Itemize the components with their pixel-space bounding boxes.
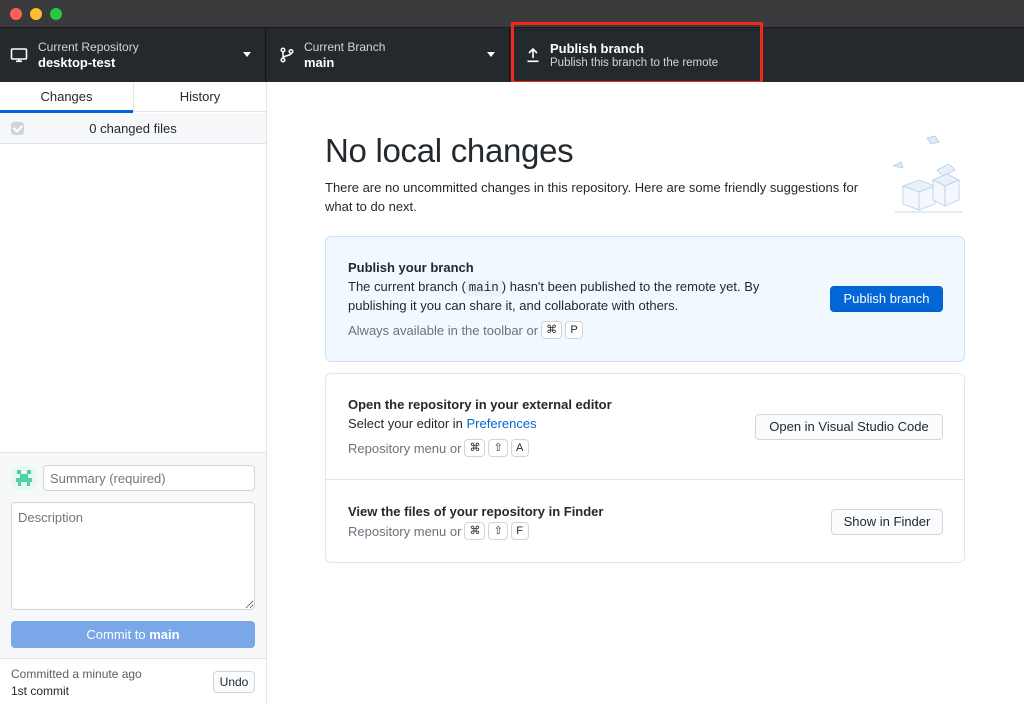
a-key: A: [510, 439, 529, 457]
publish-card-body-text: The current branch (: [348, 279, 466, 294]
branch-label: Current Branch: [304, 40, 386, 54]
branch-name: main: [304, 55, 335, 70]
show-in-finder-button[interactable]: Show in Finder: [831, 509, 943, 535]
tab-changes[interactable]: Changes: [0, 82, 133, 113]
last-commit-time: Committed a minute ago: [11, 667, 142, 681]
publish-card-body-text: ) hasn't been published to the remote ye…: [501, 279, 760, 294]
show-in-finder-title: View the files of your repository in Fin…: [348, 504, 604, 519]
summary-input[interactable]: [43, 465, 255, 491]
main-content: No local changes There are no uncommitte…: [267, 82, 1024, 704]
toolbar: Current Repository desktop-test Current …: [0, 28, 1024, 82]
commit-button-branch: main: [149, 627, 180, 642]
description-textarea[interactable]: [11, 502, 255, 610]
sidebar: Changes History 0 changed files Commit t…: [0, 82, 267, 704]
show-in-finder-row: View the files of your repository in Fin…: [326, 481, 964, 563]
shift-key: ⇧: [488, 522, 508, 540]
repository-name: desktop-test: [38, 55, 116, 70]
preferences-link[interactable]: Preferences: [467, 416, 537, 431]
branch-code: main: [465, 280, 502, 296]
git-branch-icon: [280, 47, 294, 63]
upload-arrow-icon: [527, 47, 539, 63]
publish-branch-label: Publish branch: [550, 41, 644, 56]
page-description: There are no uncommitted changes in this…: [325, 180, 859, 214]
open-in-vscode-button[interactable]: Open in Visual Studio Code: [755, 414, 943, 440]
current-branch-dropdown[interactable]: Current Branch main: [266, 28, 510, 82]
window-title-bar: [0, 0, 1024, 28]
commit-area: Commit to main: [0, 452, 266, 658]
command-key: ⌘: [464, 522, 486, 540]
repository-label: Current Repository: [38, 40, 139, 54]
close-window-button[interactable]: [10, 8, 22, 20]
chevron-down-icon: [243, 52, 251, 57]
last-commit-message: 1st commit: [11, 684, 70, 698]
publish-card-body: The current branch (main) hasn't been pu…: [348, 277, 759, 298]
avatar: [11, 465, 37, 491]
publish-card-body-line2: publishing it you can share it, and coll…: [348, 298, 679, 313]
open-editor-body-text: Select your editor in: [348, 416, 467, 431]
last-commit-panel: Committed a minute ago 1st commit Undo: [0, 658, 266, 704]
open-editor-hint-text: Repository menu or: [348, 440, 462, 456]
undo-button[interactable]: Undo: [213, 671, 255, 693]
publish-card-hint: Always available in the toolbar or ⌘ P: [348, 321, 584, 339]
publish-branch-toolbar-button[interactable]: Publish branch Publish this branch to th…: [510, 28, 764, 82]
suggestions-card: Open the repository in your external edi…: [325, 373, 965, 563]
publish-card-hint-text: Always available in the toolbar or: [348, 322, 539, 338]
open-editor-row: Open the repository in your external edi…: [326, 374, 964, 480]
p-key: P: [565, 321, 584, 339]
publish-card-title: Publish your branch: [348, 260, 474, 275]
command-key: ⌘: [464, 439, 486, 457]
sidebar-tabs: Changes History: [0, 82, 266, 113]
identicon-icon: [16, 470, 32, 486]
monitor-icon: [10, 48, 28, 63]
chevron-down-icon: [487, 52, 495, 57]
command-key: ⌘: [541, 321, 563, 339]
f-key: F: [510, 522, 529, 540]
commit-button-label: Commit to: [86, 627, 150, 642]
shift-key: ⇧: [488, 439, 508, 457]
publish-branch-button[interactable]: Publish branch: [830, 286, 943, 312]
current-repository-dropdown[interactable]: Current Repository desktop-test: [0, 28, 266, 82]
empty-state-illustration: [891, 135, 963, 213]
zoom-window-button[interactable]: [50, 8, 62, 20]
changed-files-count: 0 changed files: [89, 121, 177, 136]
changes-header: 0 changed files: [0, 113, 266, 144]
open-editor-body: Select your editor in Preferences: [348, 414, 537, 433]
minimize-window-button[interactable]: [30, 8, 42, 20]
show-in-finder-hint: Repository menu or ⌘ ⇧ F: [348, 522, 529, 540]
page-title: No local changes: [325, 132, 574, 169]
publish-branch-card: Publish your branch The current branch (…: [325, 236, 965, 362]
publish-branch-description: Publish this branch to the remote: [550, 57, 719, 69]
open-editor-hint: Repository menu or ⌘ ⇧ A: [348, 439, 529, 457]
show-in-finder-hint-text: Repository menu or: [348, 523, 462, 539]
commit-button[interactable]: Commit to main: [11, 621, 255, 648]
open-editor-title: Open the repository in your external edi…: [348, 397, 612, 412]
tab-history[interactable]: History: [133, 82, 266, 112]
